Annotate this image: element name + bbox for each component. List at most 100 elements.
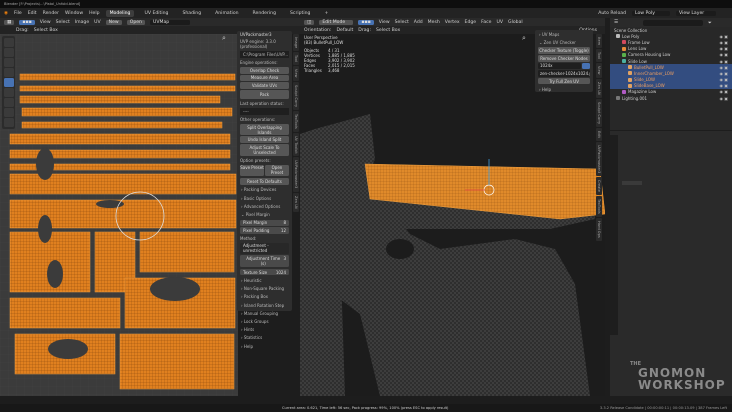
new-image-button[interactable]: New: [105, 19, 122, 25]
sidebar-tab-zen-uv[interactable]: Zen UV: [596, 78, 602, 98]
sidebar-tab-tool[interactable]: Tool: [293, 52, 299, 66]
uv-menu-view[interactable]: View: [40, 20, 51, 25]
properties-field[interactable]: [622, 181, 642, 185]
section-heuristic[interactable]: › Heuristic: [237, 276, 292, 284]
measure-area-button[interactable]: Measure Area: [240, 74, 289, 82]
section-help[interactable]: › Help: [237, 342, 292, 350]
open-image-button[interactable]: Open: [126, 19, 145, 25]
visibility-icons[interactable]: ◉ ▣: [719, 46, 728, 51]
visibility-icons[interactable]: ◉ ▣: [719, 71, 728, 76]
sidebar-tab-zen-uv[interactable]: Zen UV: [293, 192, 299, 212]
visibility-icons[interactable]: ◉ ▣: [719, 65, 728, 70]
editor-type-icon[interactable]: ◫: [304, 19, 315, 25]
folder-icon[interactable]: [582, 62, 590, 70]
save-preset-button[interactable]: Save Preset: [240, 164, 264, 177]
visibility-icons[interactable]: ◉ ▣: [719, 89, 728, 94]
section-pixel-margin[interactable]: ⌄ Pixel Margin: [237, 210, 292, 218]
visibility-icons[interactable]: ◉ ▣: [719, 83, 728, 88]
section-hints[interactable]: › Hints: [237, 326, 292, 334]
menu-help[interactable]: Help: [89, 11, 99, 16]
view-layer-selector[interactable]: View Layer: [676, 10, 716, 16]
pack-button[interactable]: Pack: [240, 89, 289, 99]
sidebar-tab-textools[interactable]: TexTools: [596, 196, 602, 217]
visibility-icons[interactable]: ◉ ▣: [719, 59, 728, 64]
section-packing-box[interactable]: › Packing Box: [237, 293, 292, 301]
default-dropdown[interactable]: Default: [336, 28, 353, 33]
menu-add[interactable]: Add: [414, 20, 423, 25]
uvmap-field[interactable]: UVMap: [149, 19, 190, 25]
zoom-icon[interactable]: ⌕: [222, 34, 226, 43]
add-workspace-button[interactable]: +: [320, 10, 332, 17]
tab-rendering[interactable]: Rendering: [249, 10, 280, 17]
menu-view[interactable]: View: [379, 20, 390, 25]
scene-selector[interactable]: Low Poly: [632, 10, 670, 16]
uv-menu-uv[interactable]: UV: [94, 20, 101, 25]
sidebar-tab-hard-ops[interactable]: Hard Ops: [596, 217, 602, 241]
menu-render[interactable]: Render: [43, 11, 59, 16]
sidebar-tab-image[interactable]: Image: [293, 34, 299, 52]
adjust-scale-button[interactable]: Adjust Scale To Unselected: [240, 143, 289, 156]
visibility-icons[interactable]: ◉ ▣: [719, 40, 728, 45]
method-dropdown[interactable]: Adjustment - unrestricted: [240, 242, 289, 255]
panel-title[interactable]: UVPackmaster3: [237, 31, 292, 38]
uv-editor-canvas[interactable]: ⌕: [0, 34, 238, 396]
overlap-check-button[interactable]: Overlap Check: [240, 67, 289, 74]
menu-face[interactable]: Face: [481, 20, 491, 25]
editor-type-icon[interactable]: ▦: [4, 19, 15, 25]
open-preset-button[interactable]: Open Preset: [265, 164, 289, 177]
section-basic-options[interactable]: › Basic Options: [237, 194, 292, 202]
section-non-square-packing[interactable]: › Non-Square Packing: [237, 285, 292, 293]
sidebar-tab-uvpackmaster3[interactable]: UVPackmaster3: [596, 141, 602, 177]
rotate-tool-icon[interactable]: [3, 58, 14, 67]
section-lock-groups[interactable]: › Lock Groups: [237, 317, 292, 325]
menu-window[interactable]: Window: [65, 11, 83, 16]
section-zen-checker[interactable]: ⌄ Zen UV Checker: [535, 38, 593, 46]
tab-modeling[interactable]: Modeling: [105, 9, 135, 17]
checker-toggle-button[interactable]: Checker Texture (Toggle): [538, 47, 590, 54]
annotate-tool-icon[interactable]: [3, 88, 14, 97]
section-help[interactable]: › Help: [535, 85, 593, 93]
blender-logo-icon[interactable]: ◉: [4, 11, 8, 16]
try-zen-uv-button[interactable]: Try Full Zen UV: [538, 77, 590, 85]
cursor-tool-icon[interactable]: [3, 38, 14, 47]
tab-uv-editing[interactable]: UV Editing: [140, 10, 172, 17]
uv-select-mode[interactable]: ▪▪▪: [19, 19, 35, 25]
sidebar-tab-sculpt-carry[interactable]: Sculpt Carry: [596, 98, 602, 127]
adjustment-time-field[interactable]: Adjustment Time (s) 3: [240, 255, 289, 267]
sidebar-tab-edit[interactable]: Edit: [596, 128, 602, 141]
section-manual-grouping[interactable]: › Manual Grouping: [237, 309, 292, 317]
sidebar-tab-view[interactable]: View: [596, 63, 602, 78]
zoom-icon[interactable]: ⌕: [522, 34, 526, 43]
pixel-margin-field[interactable]: Pixel Margin 8: [240, 219, 289, 227]
visibility-icons[interactable]: ◉ ▣: [719, 52, 728, 57]
undo-island-split-button[interactable]: Undo Island Split: [240, 136, 289, 143]
split-overlapping-button[interactable]: Split Overlapping Islands: [240, 123, 289, 136]
tab-animation[interactable]: Animation: [211, 10, 242, 17]
display-mode-icon[interactable]: ☰: [614, 20, 618, 25]
tab-shading[interactable]: Shading: [178, 10, 205, 17]
tab-scripting[interactable]: Scripting: [286, 10, 314, 17]
menu-edge[interactable]: Edge: [465, 20, 477, 25]
checker-image-dropdown[interactable]: zen-checker-1024x1024.png: [538, 70, 590, 77]
uv-menu-image[interactable]: Image: [75, 20, 89, 25]
reset-defaults-button[interactable]: Reset To Defaults: [240, 178, 289, 185]
pixel-padding-field[interactable]: Pixel Padding 12: [240, 227, 289, 234]
outliner-row[interactable]: Lighting.001 ◉ ▣: [610, 95, 732, 101]
sidebar-tab-tool[interactable]: Tool: [596, 49, 602, 63]
section-packing-devices[interactable]: › Packing Devices: [237, 186, 292, 194]
visibility-icons[interactable]: ◉ ▣: [719, 77, 728, 82]
transform-orientation[interactable]: Global: [508, 20, 523, 25]
scale-tool-icon[interactable]: [3, 68, 14, 77]
menu-vertex[interactable]: Vertex: [445, 20, 460, 25]
select-box-tool-icon[interactable]: [3, 78, 14, 87]
menu-edit[interactable]: Edit: [28, 11, 37, 16]
sidebar-tab-view[interactable]: View: [293, 66, 299, 81]
menu-select[interactable]: Select: [395, 20, 409, 25]
resolution-dropdown[interactable]: 1024x: [538, 62, 581, 70]
sidebar-tab-item[interactable]: Item: [596, 34, 602, 49]
visibility-icons[interactable]: ◉ ▣: [719, 34, 728, 39]
select-box-dropdown[interactable]: Select Box: [34, 28, 58, 33]
remove-checker-button[interactable]: Remove Checker Nodes: [538, 54, 590, 62]
uv-menu-select[interactable]: Select: [56, 20, 70, 25]
menu-uv[interactable]: UV: [497, 20, 504, 25]
